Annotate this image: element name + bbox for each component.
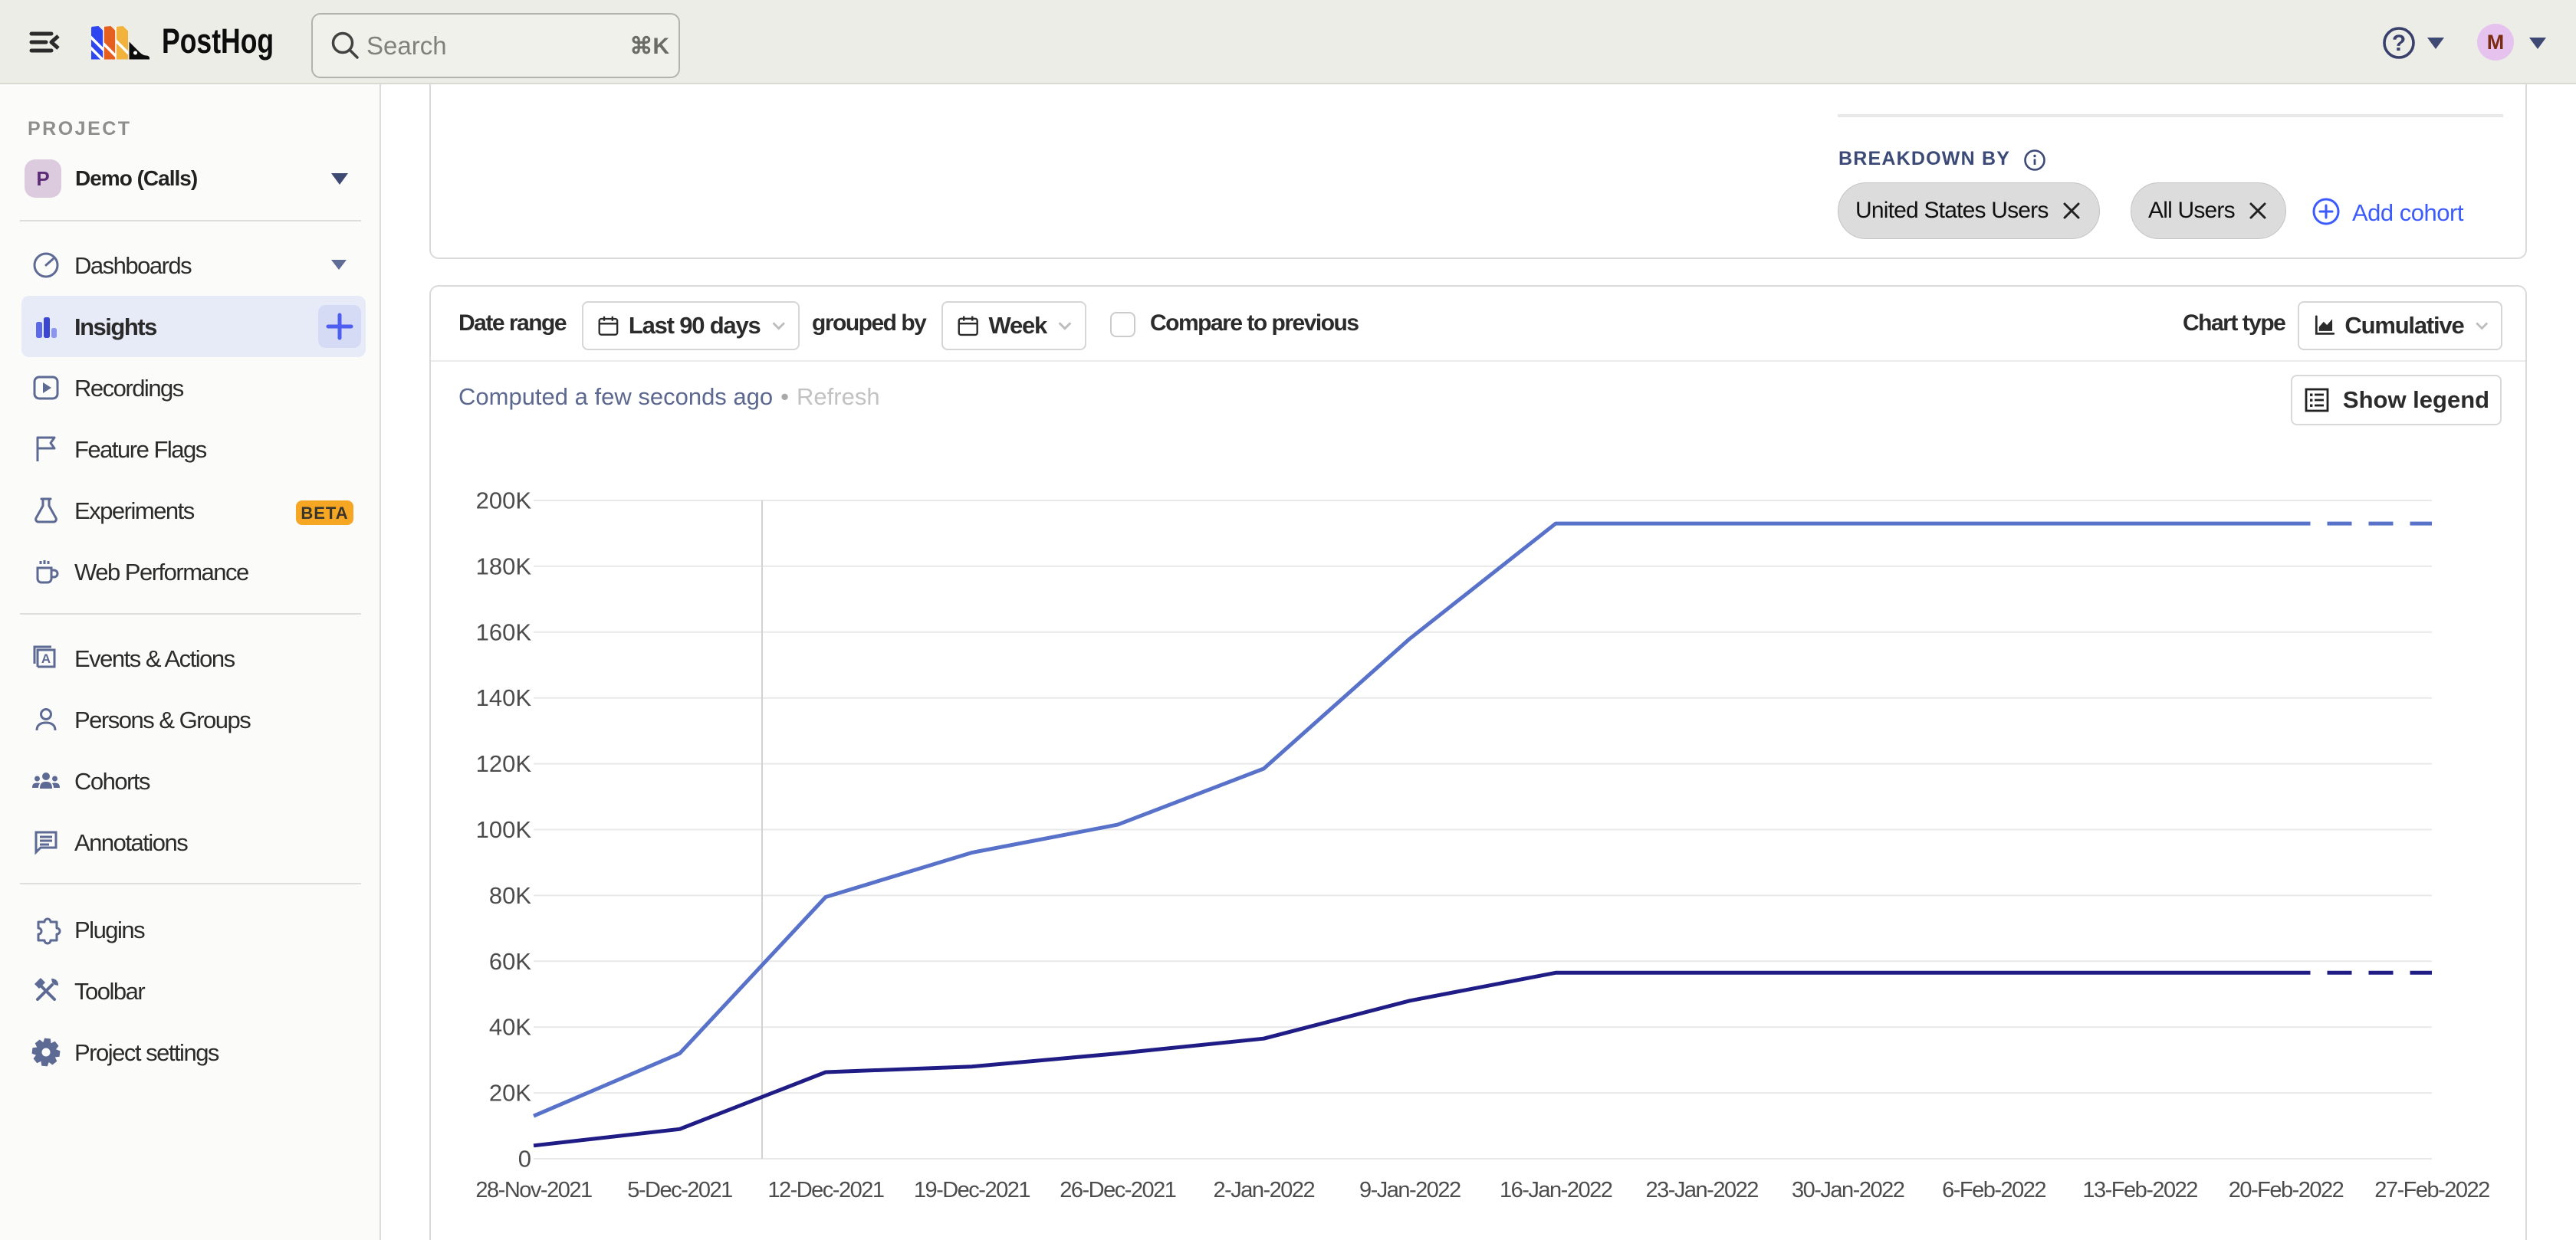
- svg-text:100K: 100K: [476, 816, 532, 843]
- svg-text:80K: 80K: [489, 882, 531, 909]
- svg-text:30-Jan-2022: 30-Jan-2022: [1792, 1178, 1904, 1202]
- svg-text:12-Dec-2021: 12-Dec-2021: [767, 1178, 884, 1202]
- svg-text:28-Nov-2021: 28-Nov-2021: [475, 1178, 592, 1202]
- svg-text:6-Feb-2022: 6-Feb-2022: [1942, 1178, 2045, 1202]
- svg-text:13-Feb-2022: 13-Feb-2022: [2082, 1178, 2197, 1202]
- svg-text:20-Feb-2022: 20-Feb-2022: [2229, 1178, 2344, 1202]
- svg-text:140K: 140K: [476, 684, 532, 711]
- svg-text:0: 0: [518, 1146, 531, 1173]
- svg-text:180K: 180K: [476, 553, 532, 579]
- svg-text:23-Jan-2022: 23-Jan-2022: [1646, 1178, 1759, 1202]
- svg-text:19-Dec-2021: 19-Dec-2021: [914, 1178, 1030, 1202]
- svg-text:2-Jan-2022: 2-Jan-2022: [1213, 1178, 1314, 1202]
- svg-text:27-Feb-2022: 27-Feb-2022: [2374, 1178, 2489, 1202]
- svg-text:5-Dec-2021: 5-Dec-2021: [627, 1178, 732, 1202]
- svg-text:?: ?: [2392, 31, 2406, 56]
- svg-text:9-Jan-2022: 9-Jan-2022: [1359, 1178, 1460, 1202]
- svg-text:26-Dec-2021: 26-Dec-2021: [1060, 1178, 1176, 1202]
- svg-text:40K: 40K: [489, 1014, 531, 1041]
- svg-text:160K: 160K: [476, 618, 532, 645]
- svg-text:120K: 120K: [476, 750, 532, 777]
- svg-text:A: A: [41, 651, 51, 666]
- svg-text:16-Jan-2022: 16-Jan-2022: [1500, 1178, 1612, 1202]
- svg-text:20K: 20K: [489, 1080, 531, 1107]
- svg-text:200K: 200K: [476, 487, 532, 514]
- svg-text:60K: 60K: [489, 948, 531, 975]
